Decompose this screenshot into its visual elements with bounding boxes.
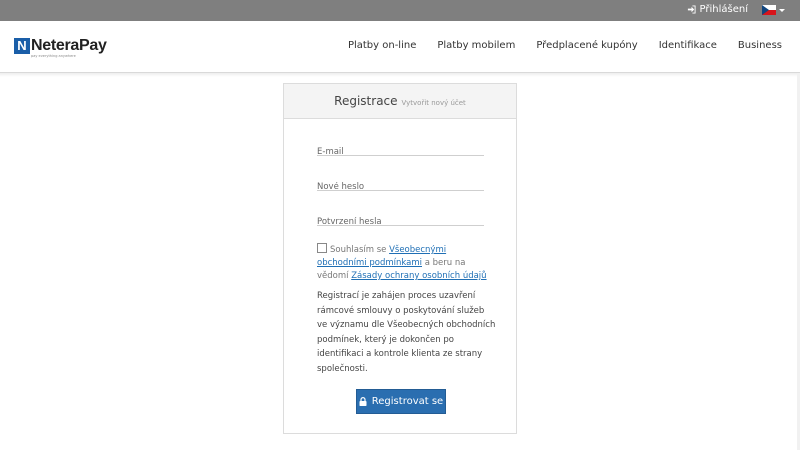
new-password-field[interactable] — [317, 180, 484, 194]
nav-item-business[interactable]: Business — [738, 40, 782, 51]
brand-tagline: pay everything anywhere — [31, 54, 76, 58]
registration-info-text: Registrací je zahájen proces uzavření rá… — [317, 291, 496, 374]
confirm-password-field-wrapper — [317, 209, 484, 229]
page-subtitle: Vytvořit nový účet — [401, 98, 466, 107]
register-button-label: Registrovat se — [371, 396, 444, 407]
consent-block: Souhlasím se Všeobecnými obchodními podm… — [317, 243, 492, 283]
language-switcher[interactable] — [762, 5, 785, 15]
brand-name: NeteraPay — [31, 37, 107, 54]
nav-item-mobile-payments[interactable]: Platby mobilem — [437, 40, 515, 51]
email-field-wrapper — [317, 139, 484, 159]
consent-checkbox[interactable] — [317, 243, 327, 253]
top-bar: Přihlášení — [0, 0, 800, 21]
login-link[interactable]: Přihlášení — [687, 4, 748, 15]
sign-in-icon — [687, 5, 696, 14]
login-label: Přihlášení — [699, 4, 748, 15]
registration-card: Registrace Vytvořit nový účet Souhlasím … — [283, 83, 517, 434]
chevron-down-icon — [779, 8, 785, 12]
nav-item-online-payments[interactable]: Platby on-line — [348, 40, 416, 51]
navbar-shadow — [0, 73, 800, 77]
password-field-wrapper — [317, 174, 484, 194]
lock-icon — [359, 397, 367, 406]
brand-logo[interactable]: N NeteraPay pay everything anywhere — [14, 38, 107, 58]
privacy-link[interactable]: Zásady ochrany osobních údajů — [351, 271, 486, 281]
page-title: Registrace — [334, 94, 398, 108]
card-header: Registrace Vytvořit nový účet — [284, 84, 516, 119]
email-field[interactable] — [317, 145, 484, 159]
nav-item-identification[interactable]: Identifikace — [659, 40, 717, 51]
nav-item-prepaid-coupons[interactable]: Předplacené kupóny — [536, 40, 637, 51]
consent-prefix: Souhlasím se — [330, 245, 390, 255]
logo-mark: N — [14, 38, 30, 54]
main-navbar: N NeteraPay pay everything anywhere Plat… — [0, 21, 800, 73]
czech-flag-icon — [762, 5, 776, 15]
main-menu: Platby on-line Platby mobilem Předplacen… — [327, 40, 782, 51]
confirm-password-field[interactable] — [317, 215, 484, 229]
register-button[interactable]: Registrovat se — [356, 389, 446, 414]
